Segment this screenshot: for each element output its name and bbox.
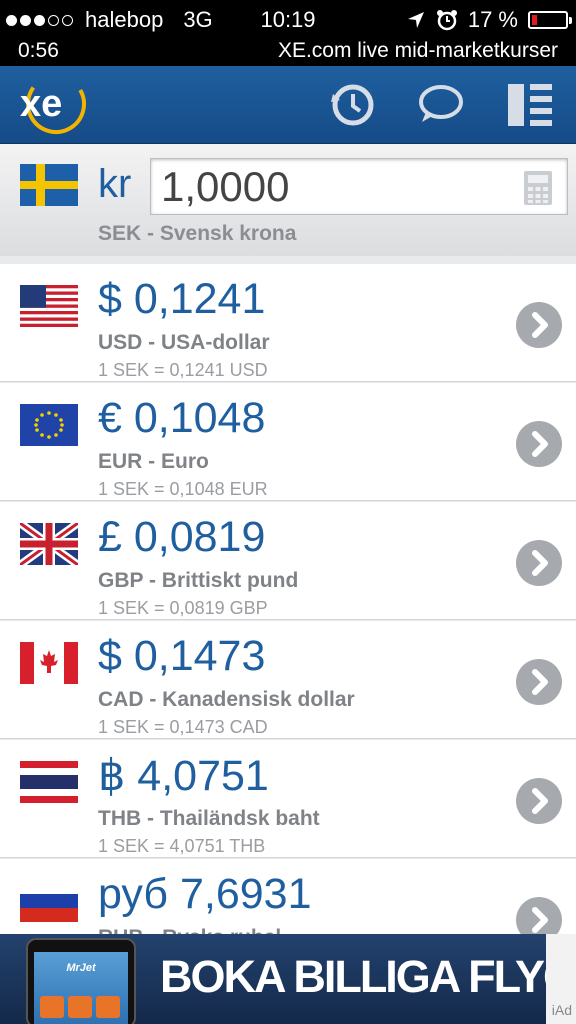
list-item-eur[interactable]: € 0,1048 EUR - Euro 1 SEK = 0,1048 EUR [0, 383, 576, 501]
currency-name: THB - Thailändsk baht [98, 807, 320, 830]
app-header: xe [0, 66, 576, 144]
usa-flag-icon [20, 285, 78, 327]
chevron-right-icon[interactable] [516, 421, 562, 467]
base-currency-description: SEK - Svensk krona [98, 222, 297, 245]
currency-name: GBP - Brittiskt pund [98, 569, 299, 592]
exchange-rate: 1 SEK = 0,1473 CAD [98, 717, 268, 737]
ad-headline: BOKA BILLIGA FLYG [160, 951, 576, 1002]
exchange-rate: 1 SEK = 4,0751 THB [98, 836, 266, 856]
refresh-timer: 0:56 [18, 39, 59, 62]
ad-banner[interactable]: MrJet BOKA BILLIGA FLYG [0, 934, 576, 1024]
alarm-icon [436, 10, 457, 31]
live-rates-message: XE.com live mid-marketkurser [277, 39, 558, 62]
amount-input[interactable] [161, 164, 501, 210]
amount-field[interactable] [150, 158, 568, 215]
list-item-gbp[interactable]: £ 0,0819 GBP - Brittiskt pund 1 SEK = 0,… [0, 502, 576, 620]
currency-name: CAD - Kanadensisk dollar [98, 688, 355, 711]
battery-percent: 17 % [467, 7, 518, 32]
eu-flag-icon [20, 404, 78, 446]
status-bar: halebop 3G 10:19 17 % [0, 0, 576, 38]
menu-icon[interactable] [506, 80, 556, 130]
currency-name: EUR - Euro [98, 450, 209, 473]
uk-flag-icon [20, 523, 78, 565]
exchange-rate: 1 SEK = 0,1241 USD [98, 360, 268, 380]
russia-flag-icon [20, 880, 78, 922]
location-arrow-icon [407, 12, 424, 28]
converted-value: руб 7,6931 [98, 870, 312, 918]
sweden-flag-icon[interactable] [20, 164, 78, 206]
converted-value: $ 0,1473 [98, 632, 266, 680]
thailand-flag-icon [20, 761, 78, 803]
phone-image: MrJet [26, 938, 136, 1024]
converted-value: $ 0,1241 [98, 275, 266, 323]
xe-logo[interactable]: xe [18, 73, 90, 135]
list-item-cad[interactable]: $ 0,1473 CAD - Kanadensisk dollar 1 SEK … [0, 621, 576, 739]
live-rates-bar: 0:56 XE.com live mid-marketkurser [0, 38, 576, 66]
battery-icon [528, 11, 572, 29]
converted-value: ฿ 4,0751 [98, 752, 269, 800]
converted-value: £ 0,0819 [98, 513, 266, 561]
history-icon[interactable] [328, 80, 378, 130]
conversion-list: $ 0,1241 USD - USA-dollar 1 SEK = 0,1241… [0, 264, 576, 978]
chat-icon[interactable] [416, 80, 466, 130]
chevron-right-icon[interactable] [516, 659, 562, 705]
exchange-rate: 1 SEK = 0,1048 EUR [98, 479, 268, 499]
chevron-right-icon[interactable] [516, 778, 562, 824]
chevron-right-icon[interactable] [516, 302, 562, 348]
canada-flag-icon [20, 642, 78, 684]
list-item-usd[interactable]: $ 0,1241 USD - USA-dollar 1 SEK = 0,1241… [0, 264, 576, 382]
calculator-icon[interactable] [523, 170, 553, 206]
ad-app-name: MrJet [66, 962, 96, 974]
logo-text: xe [20, 83, 62, 125]
iad-label: iAd [546, 934, 576, 1024]
base-currency-symbol: kr [98, 162, 132, 206]
base-currency-panel: kr SEK - Svensk krona [0, 144, 576, 256]
list-item-thb[interactable]: ฿ 4,0751 THB - Thailändsk baht 1 SEK = 4… [0, 740, 576, 858]
exchange-rate: 1 SEK = 0,0819 GBP [98, 598, 268, 618]
chevron-right-icon[interactable] [516, 540, 562, 586]
converted-value: € 0,1048 [98, 394, 266, 442]
currency-name: USD - USA-dollar [98, 331, 270, 354]
